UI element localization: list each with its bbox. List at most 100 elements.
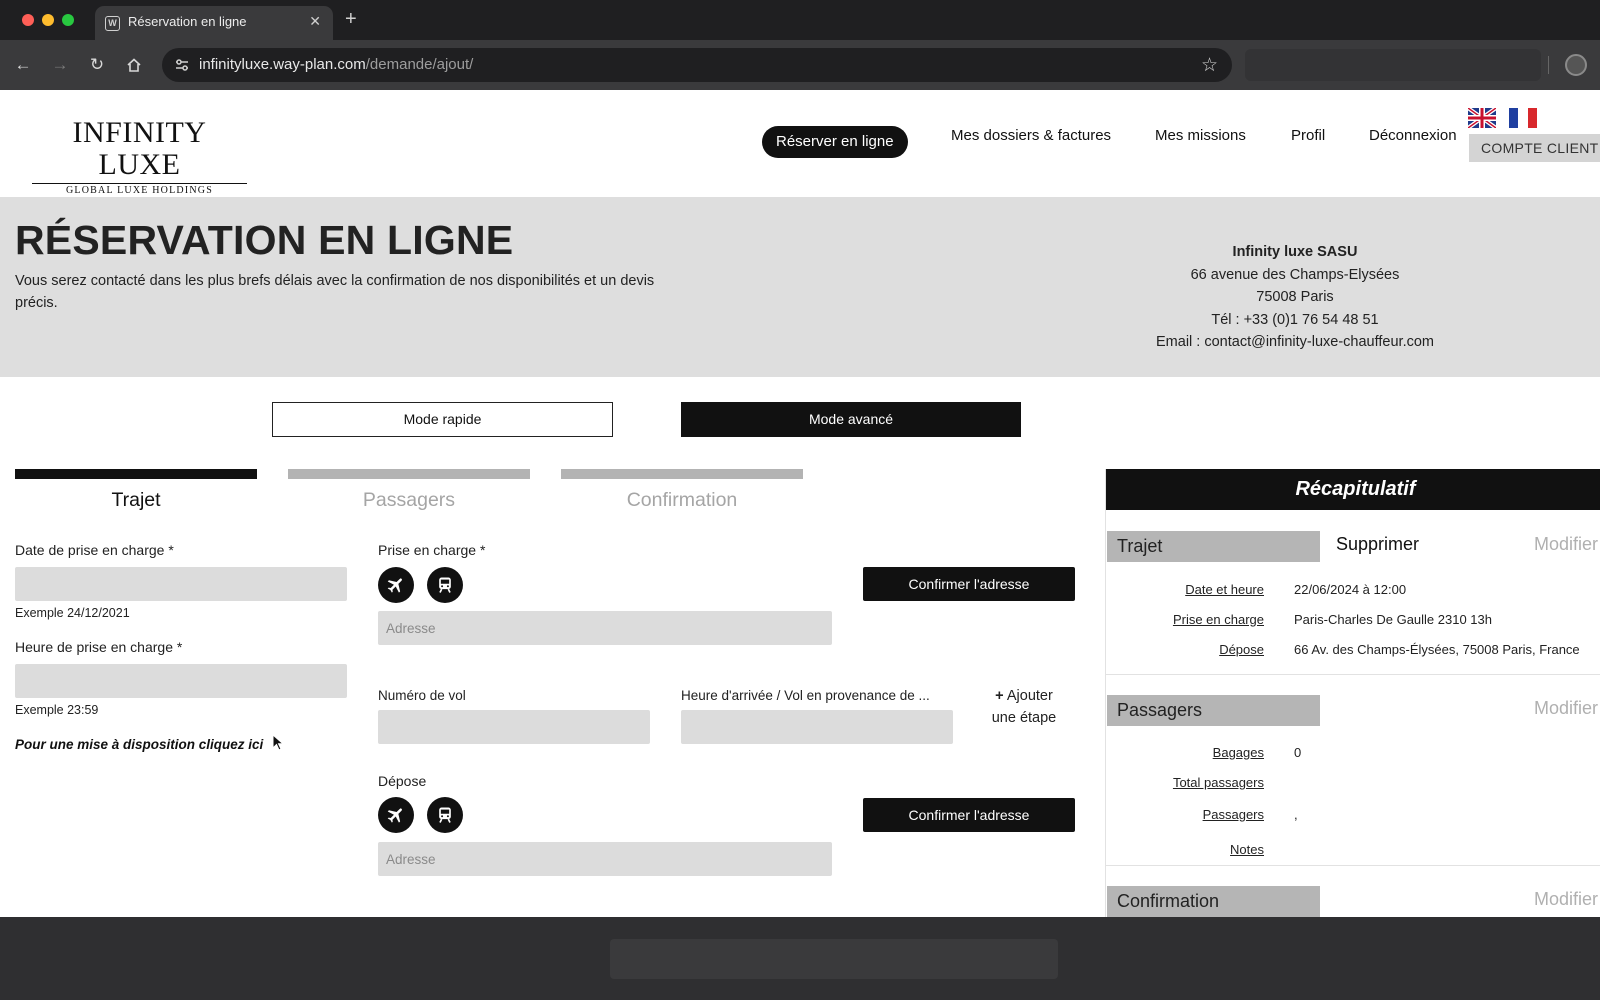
depose-address-input[interactable] [378,842,832,876]
pickup-train-button[interactable] [427,567,463,603]
tab-close-icon[interactable]: ✕ [309,13,321,30]
mode-avance-button[interactable]: Mode avancé [681,402,1021,437]
recap-key-bagages[interactable]: Bagages [1106,745,1264,760]
recap-title: Récapitulatif [1106,469,1600,510]
modifier-passagers-button[interactable]: Modifier [1534,698,1598,719]
numero-vol-input[interactable] [378,710,650,744]
nav-mes-dossiers[interactable]: Mes dossiers & factures [951,127,1111,144]
nav-mes-missions[interactable]: Mes missions [1155,127,1246,144]
company-city: 75008 Paris [1256,289,1334,305]
recap-value-prise-en-charge: Paris-Charles De Gaulle 2310 13h [1294,612,1492,627]
site-logo[interactable]: INFINITY LUXE GLOBAL LUXE HOLDINGS [32,117,247,196]
recap-value-bagages: 0 [1294,745,1302,760]
logo-rule [32,183,247,184]
step-label: Trajet [111,489,161,511]
reload-icon[interactable]: ↻ [85,53,109,77]
toolbar-divider [1548,56,1549,74]
favicon-icon: W [105,16,120,31]
browser-tab[interactable]: W Réservation en ligne ✕ [95,6,333,40]
step-passagers[interactable]: Passagers [288,469,530,512]
company-email-label: Email : [1156,334,1205,350]
step-confirmation[interactable]: Confirmation [561,469,803,512]
company-name: Infinity luxe SASU [1232,244,1358,260]
new-tab-icon[interactable]: + [345,8,357,30]
page-subtitle: Vous serez contacté dans les plus brefs … [15,273,655,311]
recap-key-notes[interactable]: Notes [1106,842,1264,857]
company-email-link[interactable]: contact@infinity-luxe-chauffeur.com [1204,334,1434,350]
heure-label: Heure de prise en charge * [15,639,183,655]
window-zoom-dot[interactable] [62,14,74,26]
heure-arrivee-input[interactable] [681,710,953,744]
prise-en-charge-label: Prise en charge * [378,542,486,558]
back-icon[interactable]: ← [11,53,35,77]
page-title: RÉSERVATION EN LIGNE [15,217,514,263]
url-text: infinityluxe.way-plan.com/demande/ajout/ [199,56,473,73]
heure-hint: Exemple 23:59 [15,703,99,717]
recap-divider [1106,865,1600,866]
compte-client-badge[interactable]: COMPTE CLIENT [1469,134,1600,162]
recap-key-total-passagers[interactable]: Total passagers [1106,775,1264,790]
depose-airport-button[interactable] [378,797,414,833]
company-info: Infinity luxe SASU 66 avenue des Champs-… [1100,241,1490,354]
plane-icon [387,808,402,823]
modifier-confirmation-button[interactable]: Modifier [1534,889,1598,910]
recap-key-passagers[interactable]: Passagers [1106,807,1264,822]
recap-key-prise-en-charge[interactable]: Prise en charge [1106,612,1264,627]
uk-flag-icon[interactable] [1468,108,1496,128]
web-page: INFINITY LUXE GLOBAL LUXE HOLDINGS Réser… [0,90,1600,917]
url-path: /demande/ajout/ [365,56,474,73]
extensions-area [1245,49,1541,81]
mode-rapide-button[interactable]: Mode rapide [272,402,613,437]
step-progress-bar [15,469,257,479]
bookmark-star-icon[interactable]: ☆ [1201,54,1218,77]
fr-flag-icon[interactable] [1509,108,1537,128]
mouse-cursor-icon [272,734,284,751]
forward-icon[interactable]: → [48,53,72,77]
date-label: Date de prise en charge * [15,542,174,558]
site-settings-icon[interactable] [174,57,190,73]
home-icon[interactable] [122,53,146,77]
supprimer-button[interactable]: Supprimer [1336,534,1419,555]
train-icon [439,807,451,823]
profile-avatar-icon[interactable] [1565,54,1587,76]
recap-value-passagers: , [1294,807,1298,822]
company-address: 66 avenue des Champs-Elysées [1190,266,1400,283]
confirm-depose-address-button[interactable]: Confirmer l'adresse [863,798,1075,832]
address-bar[interactable]: infinityluxe.way-plan.com/demande/ajout/… [162,48,1232,82]
logo-sub-text: GLOBAL LUXE HOLDINGS [66,185,213,196]
browser-toolbar: ← → ↻ infinityluxe.way-plan.com/demande/… [0,40,1600,90]
nav-deconnexion[interactable]: Déconnexion [1369,127,1457,144]
confirm-pickup-address-button[interactable]: Confirmer l'adresse [863,567,1075,601]
date-hint: Exemple 24/12/2021 [15,606,130,620]
window-minimize-dot[interactable] [42,14,54,26]
heure-arrivee-label: Heure d'arrivée / Vol en provenance de .… [681,688,930,703]
step-label: Passagers [362,489,456,511]
window-close-dot[interactable] [22,14,34,26]
recap-passagers-tag: Passagers [1107,695,1320,726]
url-host: infinityluxe.way-plan.com [199,56,366,73]
step-trajet[interactable]: Trajet [15,469,257,512]
pickup-address-input[interactable] [378,611,832,645]
plane-icon [387,578,402,593]
recap-confirmation-tag: Confirmation [1107,886,1320,917]
company-phone: Tél : +33 (0)1 76 54 48 51 [1211,311,1379,328]
ajouter-etape-button[interactable]: + Ajouter une étape [982,685,1066,729]
recap-key-date-heure[interactable]: Date et heure [1106,582,1264,597]
company-email-line: Email : contact@infinity-luxe-chauffeur.… [1100,331,1490,354]
browser-tab-bar: W Réservation en ligne ✕ + [0,0,1600,40]
recap-value-date-heure: 22/06/2024 à 12:00 [1294,582,1407,597]
depose-label: Dépose [378,773,427,789]
date-input[interactable] [15,567,347,601]
recap-key-depose[interactable]: Dépose [1106,642,1264,657]
heure-input[interactable] [15,664,347,698]
modifier-trajet-button[interactable]: Modifier [1534,534,1598,555]
step-label: Confirmation [626,489,738,511]
recap-value-depose: 66 Av. des Champs-Élysées, 75008 Paris, … [1294,642,1580,657]
depose-train-button[interactable] [427,797,463,833]
nav-profil[interactable]: Profil [1291,127,1325,144]
recap-divider [1106,674,1600,675]
pickup-airport-button[interactable] [378,567,414,603]
numero-vol-label: Numéro de vol [378,688,466,703]
nav-reserver-en-ligne[interactable]: Réserver en ligne [762,126,908,158]
mise-a-disposition-link[interactable]: Pour une mise à disposition cliquez ici [15,737,263,752]
